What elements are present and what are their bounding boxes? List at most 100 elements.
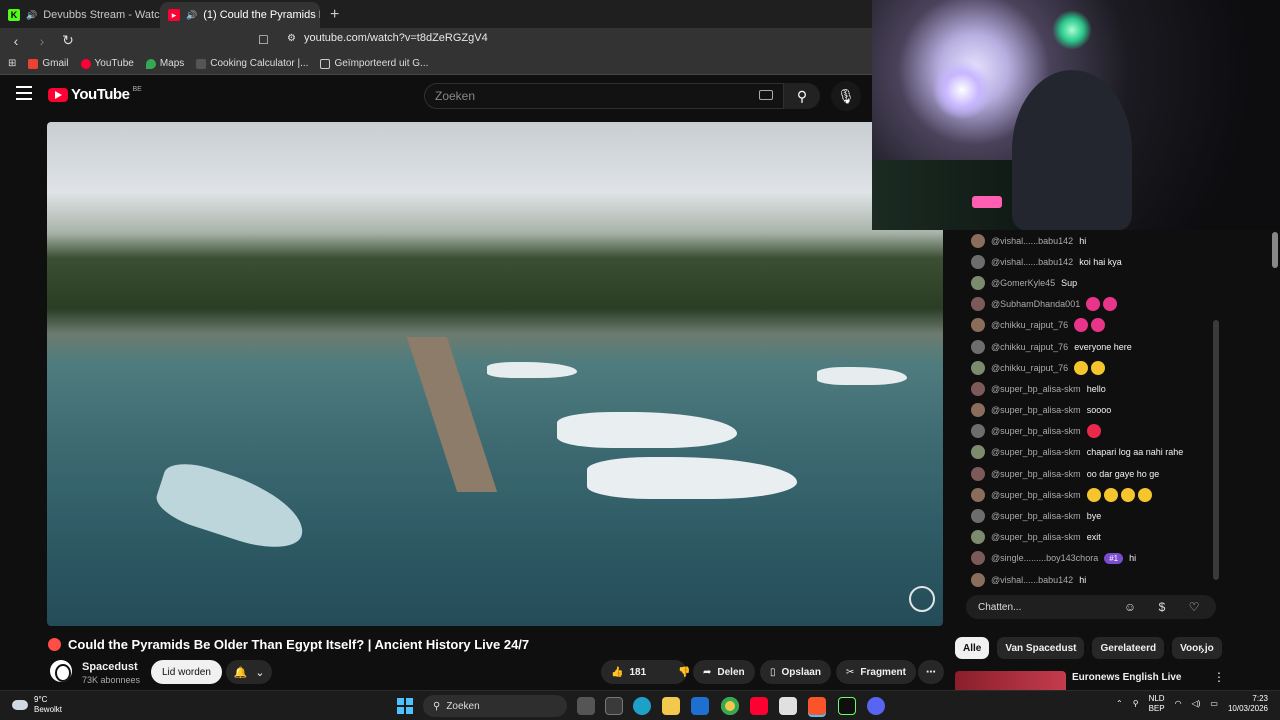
page-scrollbar[interactable] [1272, 232, 1278, 268]
keyboard-icon[interactable] [759, 90, 773, 100]
chat-message[interactable]: @super_bp_alisa-skm [955, 421, 1222, 442]
emoji-icon[interactable]: ☺ [1122, 599, 1138, 615]
chat-avatar[interactable] [971, 297, 985, 312]
chat-message[interactable]: @super_bp_alisa-skm [955, 484, 1222, 505]
chat-message[interactable]: @vishal......babu142 hi [955, 569, 1222, 590]
chip-from-channel[interactable]: Van Spacedust [997, 637, 1085, 659]
chat-message[interactable]: @super_bp_alisa-skm bye [955, 505, 1222, 526]
usb-icon[interactable]: ⚲ [1133, 699, 1139, 709]
chat-message[interactable]: @vishal......babu142 hi [955, 230, 1222, 251]
chat-avatar[interactable] [971, 381, 985, 396]
battery-icon[interactable]: ▭ [1210, 699, 1218, 709]
chat-username[interactable]: @super_bp_alisa-skm [991, 490, 1081, 500]
youtube-app-icon[interactable] [750, 697, 768, 715]
apps-grid-icon[interactable]: ⊞ [8, 58, 16, 69]
chat-message[interactable]: @SubhamDhanda001 [955, 294, 1222, 315]
chat-username[interactable]: @super_bp_alisa-skm [991, 426, 1081, 436]
mail-icon[interactable] [691, 697, 709, 715]
chat-avatar[interactable] [971, 339, 985, 354]
edge-icon[interactable] [633, 697, 651, 715]
chip-related[interactable]: Gerelateerd [1092, 637, 1165, 659]
chat-username[interactable]: @vishal......babu142 [991, 575, 1073, 585]
chat-message[interactable]: @super_bp_alisa-skm hello [955, 378, 1222, 399]
chat-message[interactable]: @single.........boy143chora #1 hi [955, 548, 1222, 569]
windows-start-icon[interactable] [397, 698, 413, 714]
chat-username[interactable]: @vishal......babu142 [991, 236, 1073, 246]
chat-username[interactable]: @super_bp_alisa-skm [991, 405, 1081, 415]
tab-youtube[interactable]: ▸ 🔊 (1) Could the Pyramids Be ✕ [160, 2, 320, 28]
heart-icon[interactable]: ♡ [1186, 599, 1202, 615]
tab-kick[interactable]: K 🔊 Devubbs Stream - Watch Live on [0, 2, 160, 28]
url-field[interactable]: ⚙ youtube.com/watch?v=t8dZeRGZgV4 [287, 32, 488, 44]
site-info-icon[interactable]: ⚙ [287, 33, 296, 44]
taskbar-search[interactable]: ⚲ Zoeken [423, 695, 567, 717]
chat-username[interactable]: @super_bp_alisa-skm [991, 384, 1081, 394]
chat-message[interactable]: @chikku_rajput_76 [955, 357, 1222, 378]
chat-username[interactable]: @chikku_rajput_76 [991, 320, 1068, 330]
recommendation-title[interactable]: Euronews English Live [1072, 672, 1181, 683]
chat-username[interactable]: @GomerKyle45 [991, 278, 1055, 288]
chat-avatar[interactable] [971, 551, 985, 566]
chat-username[interactable]: @super_bp_alisa-skm [991, 511, 1081, 521]
recommendation-thumbnail[interactable] [955, 671, 1066, 690]
bookmark-imported-folder[interactable]: Geïmporteerd uit G... [320, 58, 428, 69]
chat-username[interactable]: @vishal......babu142 [991, 257, 1073, 267]
more-vertical-icon[interactable]: ⋮ [1213, 670, 1225, 684]
chat-message[interactable]: @super_bp_alisa-skm exit [955, 527, 1222, 548]
wifi-icon[interactable]: ◠ [1175, 699, 1182, 709]
chat-avatar[interactable] [971, 233, 985, 248]
reload-icon[interactable]: ↻ [58, 32, 78, 49]
notifications-button[interactable]: 🔔 ⌄ [226, 660, 272, 684]
save-button[interactable]: ▯ Opslaan [760, 660, 831, 684]
video-player[interactable] [47, 122, 943, 626]
chat-message[interactable]: @chikku_rajput_76 [955, 315, 1222, 336]
more-actions-button[interactable]: ⋯ [918, 660, 944, 684]
chat-username[interactable]: @chikku_rajput_76 [991, 342, 1068, 352]
chat-avatar[interactable] [971, 360, 985, 375]
chrome-icon[interactable] [721, 697, 739, 715]
bookmark-cooking-calculator[interactable]: Cooking Calculator |... [196, 58, 308, 69]
chat-username[interactable]: @super_bp_alisa-skm [991, 532, 1081, 542]
like-button[interactable]: 👍 181 [601, 660, 656, 684]
channel-avatar[interactable] [50, 660, 72, 682]
volume-icon[interactable]: ◁) [1192, 699, 1201, 709]
super-chat-icon[interactable]: $ [1154, 599, 1170, 615]
chat-message[interactable]: @chikku_rajput_76 everyone here [955, 336, 1222, 357]
chat-avatar[interactable] [971, 275, 985, 290]
clip-button[interactable]: ✂ Fragment [836, 660, 916, 684]
chat-message[interactable]: @vishal......babu142 koi hai kya [955, 251, 1222, 272]
join-button[interactable]: Lid worden [151, 660, 222, 684]
bookmark-gmail[interactable]: Gmail [28, 58, 69, 69]
chip-all[interactable]: Alle [955, 637, 990, 659]
channel-watermark-icon[interactable] [909, 586, 935, 612]
bookmark-icon[interactable]: ☐ [258, 33, 269, 47]
forward-icon[interactable]: › [32, 33, 52, 49]
brave-icon[interactable] [808, 697, 826, 715]
chat-avatar[interactable] [971, 424, 985, 439]
bookmark-youtube[interactable]: YouTube [80, 58, 134, 69]
chat-username[interactable]: @single.........boy143chora [991, 553, 1098, 563]
chat-avatar[interactable] [971, 530, 985, 545]
bookmark-maps[interactable]: Maps [145, 58, 184, 69]
discord-icon[interactable] [867, 697, 885, 715]
chat-avatar[interactable] [971, 466, 985, 481]
language-indicator[interactable]: NLD BEP [1149, 694, 1165, 714]
chat-username[interactable]: @chikku_rajput_76 [991, 363, 1068, 373]
chat-avatar[interactable] [971, 572, 985, 587]
chat-avatar[interactable] [971, 487, 985, 502]
notepad-icon[interactable] [779, 697, 797, 715]
channel-name[interactable]: Spacedust [82, 661, 138, 673]
store-icon[interactable] [605, 697, 623, 715]
chat-message[interactable]: @super_bp_alisa-skm chapari log aa nahi r… [955, 442, 1222, 463]
chat-avatar[interactable] [971, 318, 985, 333]
search-input[interactable]: Zoeken [424, 83, 784, 109]
weather-widget[interactable]: 9°C Bewolkt [12, 695, 62, 715]
chat-username[interactable]: @super_bp_alisa-skm [991, 447, 1081, 457]
chat-username[interactable]: @SubhamDhanda001 [991, 299, 1080, 309]
new-tab-icon[interactable]: + [330, 6, 339, 24]
chat-avatar[interactable] [971, 254, 985, 269]
clock[interactable]: 7:23 10/03/2026 [1228, 694, 1268, 714]
chevron-up-icon[interactable]: ⌃ [1116, 699, 1123, 709]
menu-icon[interactable] [16, 86, 32, 100]
chat-avatar[interactable] [971, 445, 985, 460]
